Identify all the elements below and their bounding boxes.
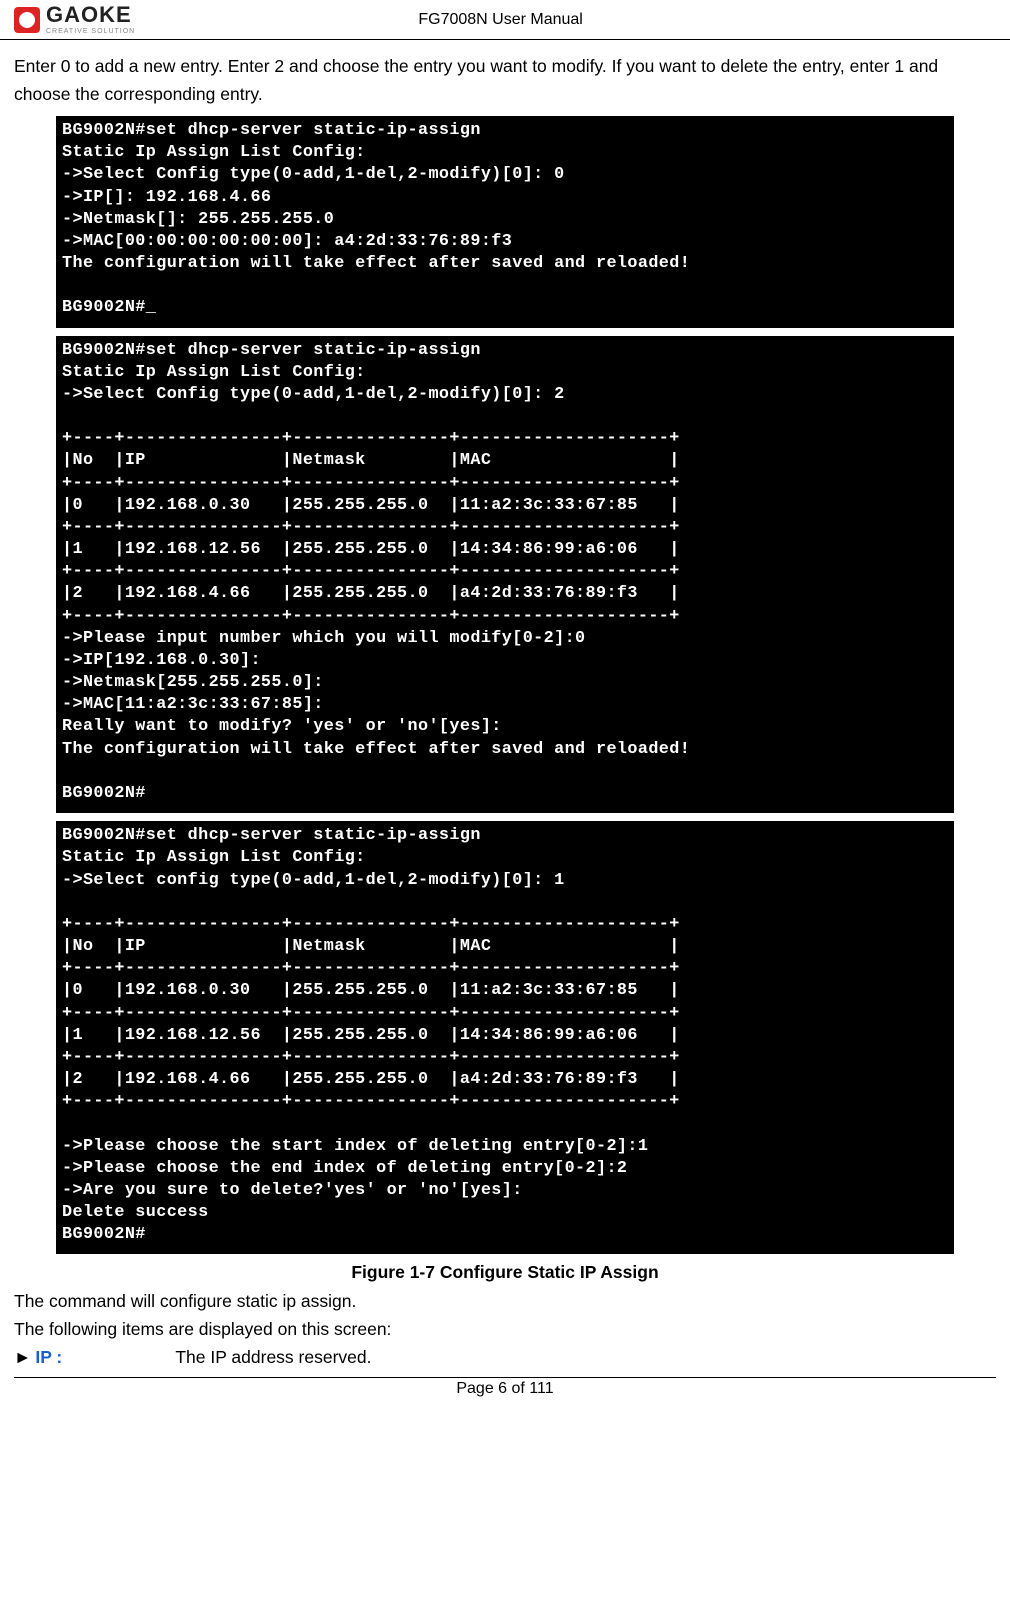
figure-caption: Figure 1-7 Configure Static IP Assign xyxy=(0,1262,1010,1283)
logo-subtext: CREATIVE SOLUTION xyxy=(46,28,135,35)
logo-text: GAOKE xyxy=(46,4,135,26)
ip-label: IP : xyxy=(35,1343,175,1371)
page-footer: Page 6 of 111 xyxy=(14,1377,996,1398)
terminal-delete: BG9002N#set dhcp-server static-ip-assign… xyxy=(56,821,954,1254)
page-header: GAOKE CREATIVE SOLUTION FG7008N User Man… xyxy=(0,0,1010,40)
logo-icon xyxy=(14,7,40,33)
intro-paragraph: Enter 0 to add a new entry. Enter 2 and … xyxy=(0,40,1010,108)
after-text-2: The following items are displayed on thi… xyxy=(0,1315,1010,1343)
logo-block: GAOKE CREATIVE SOLUTION xyxy=(14,4,135,35)
logo-text-block: GAOKE CREATIVE SOLUTION xyxy=(46,4,135,35)
ip-description: The IP address reserved. xyxy=(175,1343,371,1371)
item-row-ip: ► IP : The IP address reserved. xyxy=(0,1343,1010,1371)
document-title: FG7008N User Manual xyxy=(135,11,866,29)
after-text-1: The command will configure static ip ass… xyxy=(0,1287,1010,1315)
terminal-modify: BG9002N#set dhcp-server static-ip-assign… xyxy=(56,336,954,814)
triangle-icon: ► xyxy=(14,1343,31,1371)
terminal-group: BG9002N#set dhcp-server static-ip-assign… xyxy=(0,116,1010,1254)
terminal-add: BG9002N#set dhcp-server static-ip-assign… xyxy=(56,116,954,328)
